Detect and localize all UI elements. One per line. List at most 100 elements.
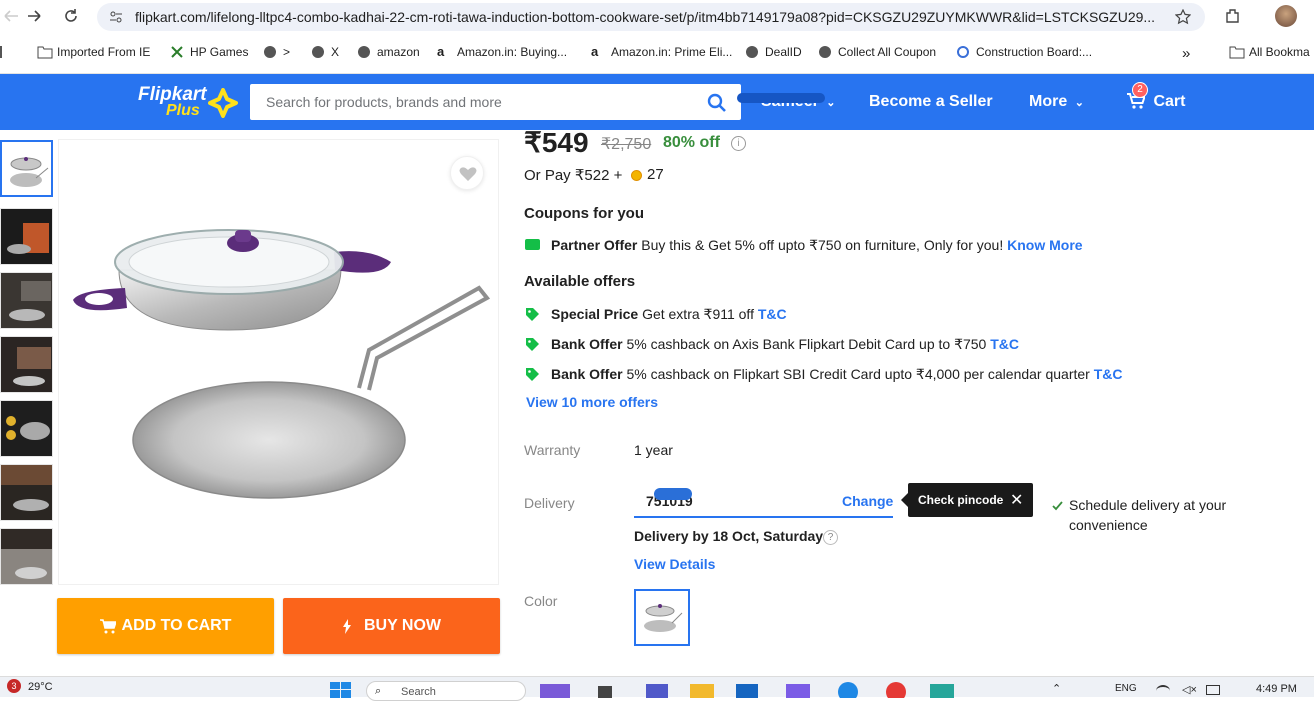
offer-title: Bank Offer [551, 336, 623, 352]
color-swatch[interactable] [634, 589, 690, 646]
globe-icon [311, 45, 325, 59]
globe-icon [263, 45, 277, 59]
flipkart-logo[interactable]: Flipkart Plus [138, 84, 238, 120]
view-more-offers-link[interactable]: View 10 more offers [526, 394, 658, 410]
bookmark-amazon-prime[interactable]: a Amazon.in: Prime Eli... [591, 45, 733, 60]
view-details-link[interactable]: View Details [634, 556, 715, 572]
extensions-icon[interactable] [1224, 7, 1242, 25]
start-icon[interactable] [330, 682, 352, 698]
bookmark-label: X [331, 45, 340, 59]
bookmark-construction[interactable]: Construction Board:... [956, 45, 1092, 59]
battery-icon[interactable] [1206, 685, 1220, 695]
add-to-cart-label: ADD TO CART [121, 617, 232, 634]
lightning-icon [342, 618, 352, 634]
tc-link[interactable]: T&C [1094, 366, 1123, 382]
bookmark-label: Construction Board:... [976, 45, 1093, 59]
bookmark-label: > [283, 45, 291, 59]
offers-heading: Available offers [524, 273, 636, 290]
volume-icon[interactable]: ◁× [1182, 683, 1197, 696]
cart-icon [99, 618, 116, 634]
wishlist-heart-icon[interactable] [450, 156, 484, 190]
cart-label: Cart [1153, 93, 1186, 110]
browser-chrome: flipkart.com/lifelong-lltpc4-combo-kadha… [0, 0, 1314, 74]
folder-icon [1229, 45, 1245, 59]
search-input[interactable]: Search for products, brands and more [266, 94, 502, 110]
bookmark-imported[interactable]: Imported From IE [37, 45, 150, 59]
bookmark-hp-games[interactable]: HP Games [170, 45, 248, 59]
bookmark-label: Imported From IE [57, 45, 151, 59]
all-bookmarks[interactable]: All Bookma [1229, 45, 1310, 59]
tooltip-text: Check pincode [918, 493, 1004, 507]
add-to-cart-button[interactable]: ADD TO CART [57, 598, 274, 654]
search-icon[interactable] [707, 93, 727, 113]
offer-text: 5% cashback on Flipkart SBI Credit Card … [626, 366, 1090, 382]
offer-row: Bank Offer 5% cashback on Flipkart SBI C… [551, 366, 1123, 383]
input-language[interactable]: ENG [1115, 683, 1137, 694]
coupon-offer: Partner Offer Buy this & Get 5% off upto… [551, 237, 1083, 254]
thumbnail-5[interactable] [0, 400, 53, 457]
bookmark-label: Amazon.in: Prime Eli... [611, 45, 733, 59]
weather-badge: 3 [7, 679, 21, 693]
bookmark-amazon-buying[interactable]: a Amazon.in: Buying... [437, 44, 567, 60]
offer-tag-icon [525, 337, 540, 352]
temperature[interactable]: 29°C [28, 681, 53, 693]
globe-icon [357, 45, 371, 59]
thumbnail-6[interactable] [0, 464, 53, 521]
thumbnail-7[interactable] [0, 528, 53, 585]
change-pincode-link[interactable]: Change [842, 493, 893, 509]
more-menu[interactable]: More ⌄ [1029, 93, 1084, 111]
pincode-field[interactable]: 751019 Change [634, 484, 893, 518]
taskbar-search[interactable]: ⌕ Search [366, 681, 526, 701]
info-icon[interactable]: i [731, 136, 746, 151]
redaction-scribble [737, 93, 825, 103]
coins-count: 27 [647, 166, 664, 183]
product-main-image[interactable] [58, 139, 499, 585]
clock-time[interactable]: 4:49 PM [1256, 683, 1297, 695]
address-bar[interactable]: flipkart.com/lifelong-lltpc4-combo-kadha… [97, 3, 1205, 31]
tc-link[interactable]: T&C [990, 336, 1019, 352]
more-label: More [1029, 93, 1068, 110]
bookmarks-overflow[interactable]: » [1182, 45, 1190, 62]
forward-icon[interactable] [26, 8, 42, 24]
reload-icon[interactable] [63, 8, 79, 24]
profile-avatar[interactable] [1275, 5, 1297, 27]
thumbnail-2[interactable] [0, 208, 53, 265]
check-pincode-tooltip: Check pincode ✕ [901, 483, 1033, 517]
taskbar-app-icons[interactable] [540, 682, 960, 698]
warranty-label: Warranty [524, 442, 581, 458]
thumbnail-3[interactable] [0, 272, 53, 329]
chevron-down-icon: ⌄ [1074, 97, 1084, 109]
thumbnail-1[interactable] [0, 140, 53, 197]
know-more-link[interactable]: Know More [1007, 237, 1082, 253]
help-icon[interactable]: ? [823, 530, 838, 545]
wifi-icon[interactable] [1156, 685, 1170, 697]
bookmark-coupon[interactable]: Collect All Coupon [818, 45, 936, 59]
site-info-icon[interactable] [109, 10, 123, 24]
apps-icon[interactable] [0, 46, 6, 58]
tooltip-arrow [901, 493, 908, 507]
bookmark-dealid[interactable]: DealID [745, 45, 802, 59]
search-icon: ⌕ [375, 685, 382, 697]
tray-chevron-icon[interactable]: ⌃ [1052, 682, 1061, 695]
bookmark-amazon[interactable]: amazon [357, 45, 420, 59]
tc-link[interactable]: T&C [758, 306, 787, 322]
bookmark-arrow[interactable]: > [263, 45, 290, 59]
delivery-date: Delivery by 18 Oct, Saturday [634, 528, 824, 544]
search-box[interactable]: Search for products, brands and more [250, 84, 741, 120]
close-icon[interactable]: ✕ [1010, 490, 1023, 510]
coupons-heading: Coupons for you [524, 205, 644, 222]
mrp: ₹2,750 [601, 136, 652, 153]
or-pay-text: Or Pay ₹522 + [524, 167, 623, 184]
amazon-icon: a [437, 44, 445, 59]
thumbnail-4[interactable] [0, 336, 53, 393]
color-label: Color [524, 593, 558, 609]
bookmark-star-icon[interactable] [1175, 9, 1191, 25]
schedule-line2: convenience [1069, 517, 1148, 533]
schedule-line1: Schedule delivery at your [1069, 497, 1227, 513]
back-icon[interactable] [4, 8, 20, 24]
bookmark-x[interactable]: X [311, 45, 339, 59]
become-seller-link[interactable]: Become a Seller [869, 93, 993, 111]
site-header: Flipkart Plus Search for products, brand… [0, 74, 1314, 130]
buy-now-button[interactable]: BUY NOW [283, 598, 500, 654]
bookmark-label: HP Games [190, 45, 249, 59]
